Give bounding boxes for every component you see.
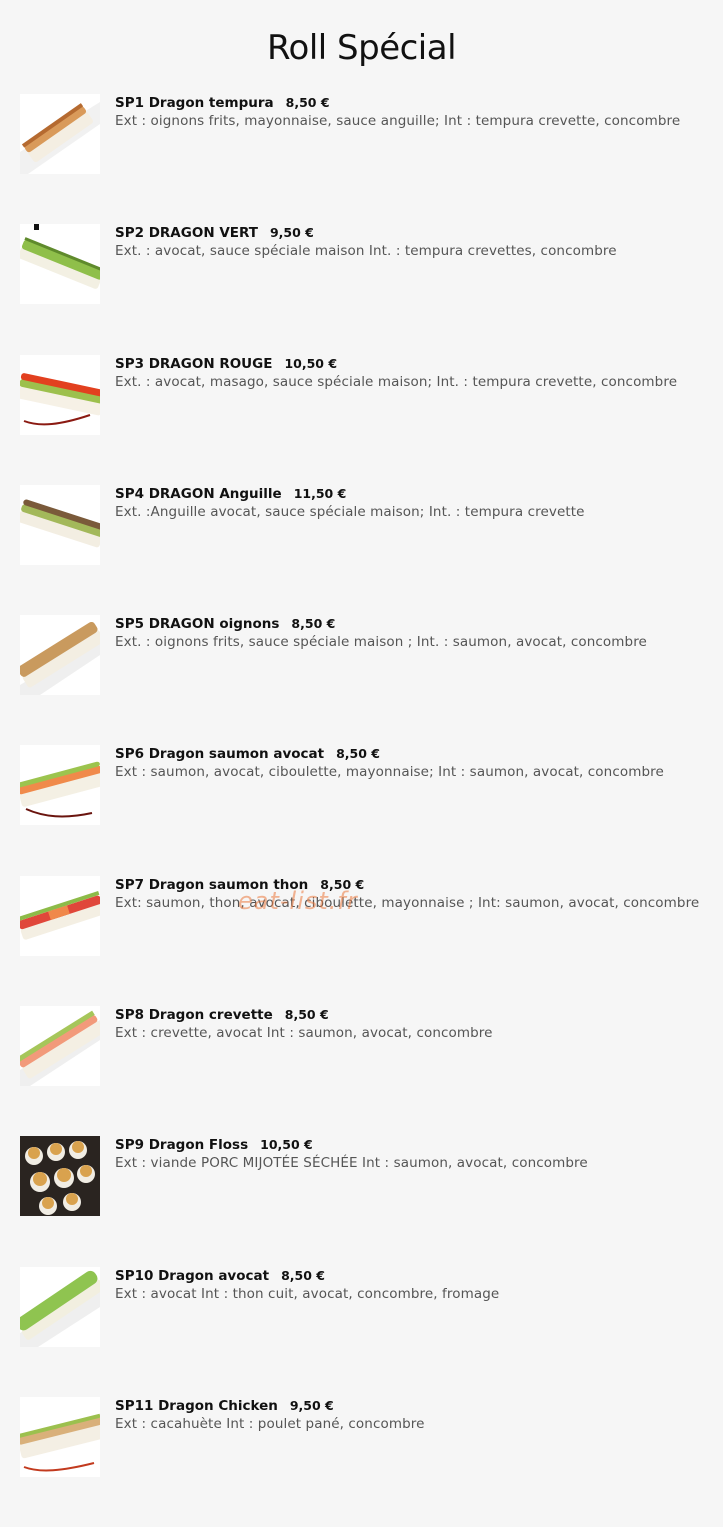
item-name: SP6 Dragon saumon avocat [115, 746, 325, 763]
item-header: SP3 DRAGON ROUGE 10,50 € [115, 355, 715, 373]
item-price: 9,50 € [289, 1397, 334, 1413]
item-name: SP5 DRAGON oignons [115, 616, 280, 633]
page-title: Roll Spécial [266, 28, 457, 68]
menu-item[interactable]: SP9 Dragon Floss 10,50 € Ext : viande POR… [20, 1136, 710, 1266]
sushi-roll-photo [20, 484, 100, 565]
item-name: SP11 Dragon Chicken [115, 1397, 278, 1414]
item-name: SP9 Dragon Floss [115, 1137, 249, 1154]
menu-item[interactable]: SP1 Dragon tempura 8,50 € Ext : oignons f… [20, 94, 710, 224]
item-header: SP5 DRAGON oignons 8,50 € [115, 615, 715, 633]
sushi-roll-photo [20, 94, 100, 174]
item-description: Ext : viande PORC MIJOTÉE SÉCHÉE Int : s… [115, 1155, 588, 1172]
item-header: SP2 DRAGON VERT 9,50 € [115, 224, 715, 242]
item-price: 10,50 € [284, 355, 338, 371]
item-description: Ext : crevette, avocat Int : saumon, avo… [115, 1025, 493, 1042]
item-header: SP10 Dragon avocat 8,50 € [115, 1267, 715, 1285]
item-header: SP9 Dragon Floss 10,50 € [115, 1136, 715, 1154]
item-description: Ext: saumon, thon, avocat, ciboulette, m… [115, 894, 700, 911]
item-name: SP1 Dragon tempura [115, 95, 274, 111]
sushi-roll-photo [20, 1006, 100, 1087]
sushi-roll-photo [20, 875, 100, 956]
item-description: Ext : saumon, avocat, ciboulette, mayonn… [115, 764, 664, 781]
sushi-roll-photo [20, 1396, 100, 1477]
item-name: SP10 Dragon avocat [115, 1267, 270, 1284]
item-price: 8,50 € [285, 95, 330, 110]
item-description: Ext. : oignons frits, sauce spéciale mai… [115, 634, 647, 651]
item-header: SP11 Dragon Chicken 9,50 € [115, 1397, 715, 1415]
item-header: SP8 Dragon crevette 8,50 € [115, 1006, 715, 1024]
item-name: SP3 DRAGON ROUGE [115, 355, 273, 372]
item-description: Ext. :Anguille avocat, sauce spéciale ma… [115, 503, 585, 520]
item-price: 10,50 € [260, 1137, 313, 1153]
sushi-roll-photo [20, 615, 100, 696]
item-price: 11,50 € [293, 485, 347, 501]
item-price: 8,50 € [291, 616, 336, 632]
menu-item[interactable]: SP7 Dragon saumon thon 8,50 € Ext: saumon… [20, 875, 710, 1006]
item-name: SP4 DRAGON Anguille [115, 485, 282, 502]
watermark: eat-list.fr [238, 887, 358, 915]
item-price: 9,50 € [269, 225, 314, 241]
item-header: SP7 Dragon saumon thon 8,50 € [115, 876, 715, 894]
menu-item[interactable]: SP2 DRAGON VERT 9,50 € Ext. : avocat, sau… [20, 224, 710, 354]
sushi-roll-photo [20, 224, 100, 305]
item-description: Ext : cacahuète Int : poulet pané, conco… [115, 1415, 425, 1432]
item-header: SP6 Dragon saumon avocat 8,50 € [115, 745, 715, 763]
item-description: Ext. : avocat, sauce spéciale maison Int… [115, 243, 617, 260]
sushi-roll-photo [20, 1136, 100, 1217]
menu-item[interactable]: SP3 DRAGON ROUGE 10,50 € Ext. : avocat, m… [20, 354, 710, 485]
menu-item[interactable]: SP5 DRAGON oignons 8,50 € Ext. : oignons … [20, 615, 710, 745]
menu-item[interactable]: SP11 Dragon Chicken 9,50 € Ext : cacahuèt… [20, 1396, 710, 1527]
sushi-roll-photo [20, 1266, 100, 1347]
menu-item[interactable]: SP10 Dragon avocat 8,50 € Ext : avocat In… [20, 1266, 710, 1397]
menu-item[interactable]: SP8 Dragon crevette 8,50 € Ext : crevette… [20, 1006, 710, 1136]
item-header: SP1 Dragon tempura 8,50 € [115, 94, 715, 112]
item-header: SP4 DRAGON Anguille 11,50 € [115, 485, 715, 503]
item-name: SP2 DRAGON VERT [115, 225, 258, 242]
item-name: SP8 Dragon crevette [115, 1007, 273, 1024]
menu-list: SP1 Dragon tempura 8,50 € Ext : oignons f… [20, 94, 710, 1527]
item-price: 8,50 € [336, 746, 380, 762]
item-description: Ext : oignons frits, mayonnaise, sauce a… [115, 113, 681, 129]
sushi-roll-photo [20, 745, 100, 826]
sushi-roll-photo [20, 354, 100, 435]
item-price: 8,50 € [281, 1267, 325, 1283]
menu-item[interactable]: SP4 DRAGON Anguille 11,50 € Ext. :Anguill… [20, 484, 710, 615]
item-description: Ext : avocat Int : thon cuit, avocat, co… [115, 1285, 500, 1302]
menu-item[interactable]: SP6 Dragon saumon avocat 8,50 € Ext : sau… [20, 745, 710, 875]
item-description: Ext. : avocat, masago, sauce spéciale ma… [115, 373, 678, 390]
item-price: 8,50 € [284, 1007, 329, 1023]
